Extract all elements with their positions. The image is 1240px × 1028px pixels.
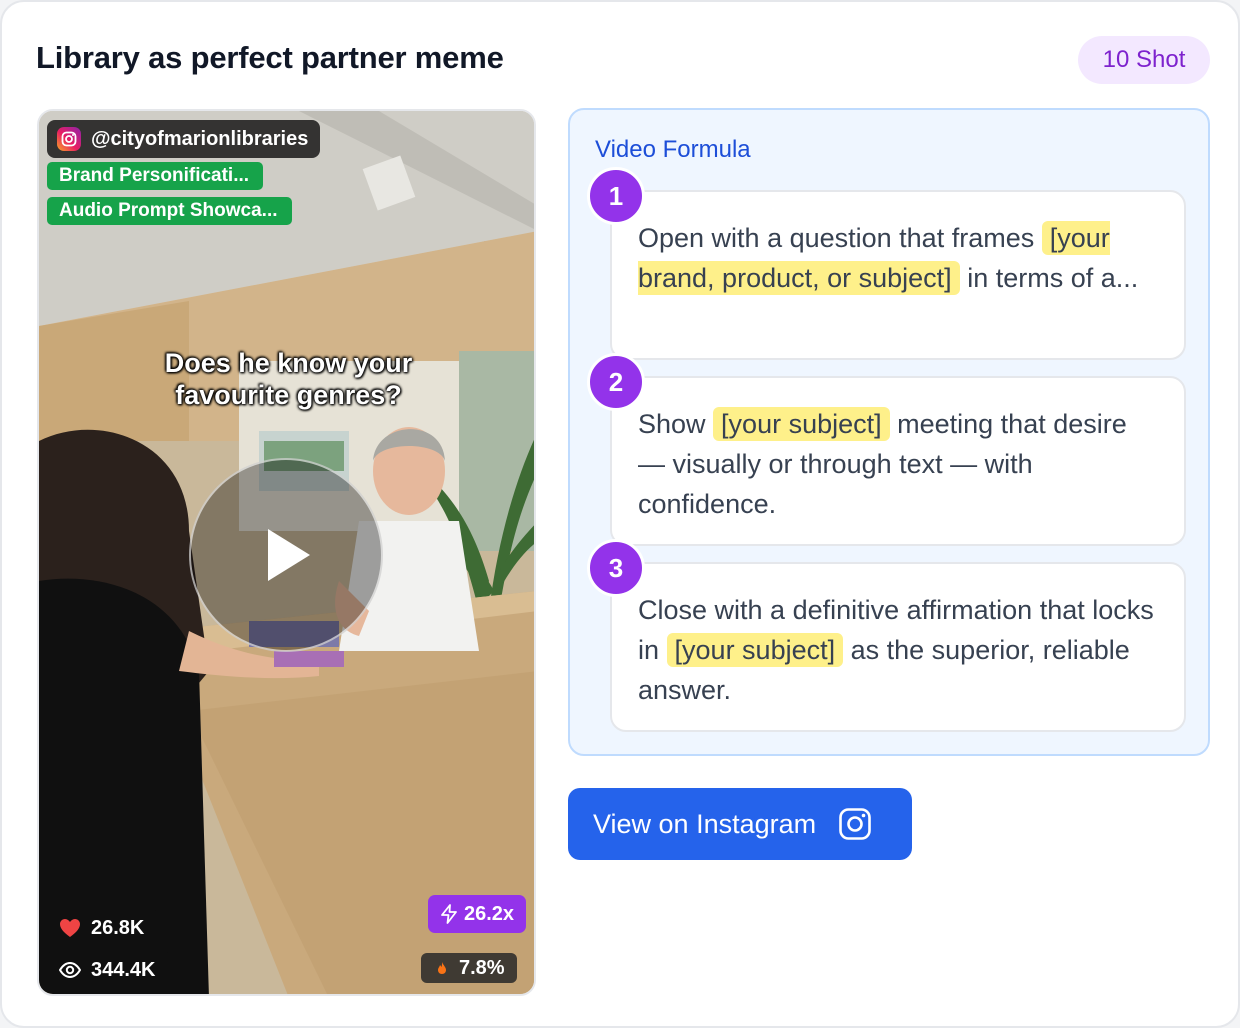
tag-audio-prompt: Audio Prompt Showca... (47, 197, 292, 225)
step-3-placeholder: [your subject] (666, 633, 844, 667)
video-formula-panel: Video Formula Open with a question that … (568, 108, 1210, 756)
play-button[interactable] (189, 458, 383, 652)
step-2-text: Show (638, 409, 714, 439)
bolt-icon (441, 904, 457, 924)
multiplier-value: 26.2x (464, 902, 515, 925)
view-on-instagram-label: View on Instagram (593, 808, 817, 839)
video-card: Library as perfect partner meme 10 Shot (0, 0, 1240, 1028)
tag-brand-personification: Brand Personificati... (47, 162, 264, 190)
formula-step-3: Close with a definitive affirmation that… (610, 562, 1186, 732)
eye-icon (59, 962, 81, 978)
video-thumbnail[interactable]: @cityofmarionlibraries Brand Personifica… (37, 109, 536, 996)
views-count: 344.4K (91, 958, 156, 981)
views-chip: 344.4K (47, 951, 170, 989)
likes-chip: 26.8K (47, 909, 159, 947)
step-2-placeholder: [your subject] (713, 407, 890, 441)
video-caption-line2: favourite genres? (175, 380, 402, 410)
step-3-number: 3 (587, 539, 645, 597)
account-handle: @cityofmarionlibraries (91, 127, 309, 150)
view-on-instagram-button[interactable]: View on Instagram (568, 788, 912, 860)
step-1-text-end: in terms of a... (959, 263, 1139, 293)
step-1-text: Open with a question that frames (638, 223, 1042, 253)
card-title: Library as perfect partner meme (36, 40, 504, 75)
engagement-rate-badge: 7.8% (421, 953, 517, 983)
formula-step-2: Show [your subject] meeting that desire … (610, 376, 1186, 546)
account-handle-chip[interactable]: @cityofmarionlibraries (47, 120, 321, 158)
step-1-number: 1 (587, 167, 645, 225)
engagement-value: 7.8% (459, 956, 505, 979)
likes-count: 26.8K (91, 916, 145, 939)
formula-step-1: Open with a question that frames [your b… (610, 190, 1186, 360)
video-caption: Does he know your favourite genres? (39, 347, 534, 411)
instagram-icon (57, 127, 81, 151)
video-caption-line1: Does he know your (164, 348, 413, 378)
shot-count-badge: 10 Shot (1078, 36, 1210, 84)
step-2-number: 2 (587, 353, 645, 411)
performance-multiplier-badge: 26.2x (428, 895, 527, 933)
flame-icon (438, 962, 446, 974)
play-icon (268, 529, 310, 581)
formula-heading: Video Formula (595, 136, 751, 163)
heart-icon (60, 919, 80, 937)
instagram-icon (839, 808, 871, 840)
